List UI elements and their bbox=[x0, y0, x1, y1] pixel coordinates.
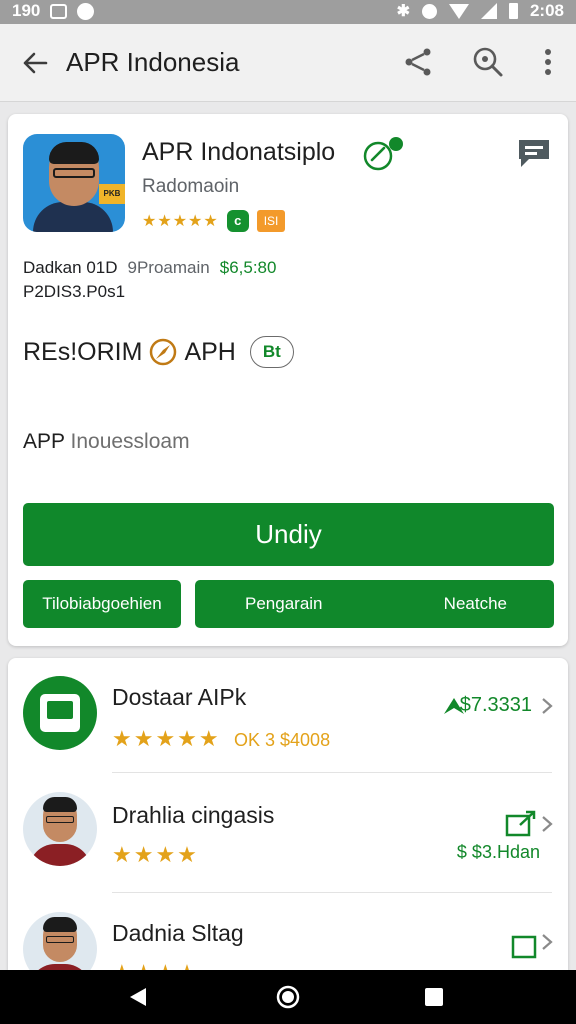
list-item-title: Drahlia cingasis bbox=[112, 802, 275, 828]
list-item[interactable]: Dadnia Sltag ★★★★ bbox=[8, 894, 568, 978]
verified-icon bbox=[363, 137, 403, 171]
search-icon[interactable] bbox=[470, 44, 506, 80]
nav-back-icon[interactable] bbox=[126, 985, 150, 1009]
list-item-price: $ $3.Hdan bbox=[456, 842, 540, 862]
list-item[interactable]: Dostaar AIPk ★★★★★ OK 3 $4008 $7.3331 bbox=[8, 658, 568, 774]
category-text-2: APH bbox=[184, 337, 236, 366]
nav-recents-icon[interactable] bbox=[422, 985, 446, 1009]
developer-name[interactable]: Radomaoin bbox=[142, 176, 239, 198]
navigation-bar bbox=[0, 970, 576, 1024]
rating-stars: ★★★★★ bbox=[142, 213, 219, 230]
app-icon-tag: PKB bbox=[99, 184, 125, 204]
secondary-button-group[interactable]: Pengarain Neatche bbox=[195, 580, 554, 628]
square-icon bbox=[511, 935, 537, 959]
downloads-text: Dadkan 01D bbox=[23, 258, 118, 277]
share-icon[interactable] bbox=[400, 44, 436, 80]
description-bold: APP bbox=[23, 430, 65, 453]
green-badge: c bbox=[226, 210, 249, 232]
list-item-stars: ★★★★ bbox=[112, 842, 199, 867]
divider bbox=[112, 892, 552, 893]
page-title: APR Indonesia bbox=[66, 47, 240, 77]
list-item-price: $7.3331 bbox=[459, 694, 532, 716]
orange-badge: ISI bbox=[256, 210, 286, 232]
app-detail-card: PKB APR Indonatsiplo Radomaoin ★★★★★ c I… bbox=[8, 114, 568, 646]
category-text: REs!ORIM bbox=[23, 337, 143, 366]
category-chip[interactable]: Bt bbox=[249, 336, 294, 368]
chevron-right-icon bbox=[542, 934, 553, 950]
person-avatar bbox=[23, 912, 97, 978]
bluetooth-icon: ✱ bbox=[396, 3, 410, 20]
status-bar: 190 ✱ 2:08 bbox=[0, 0, 576, 24]
app-bar: APR Indonesia bbox=[0, 24, 576, 102]
related-apps-card: Dostaar AIPk ★★★★★ OK 3 $4008 $7.3331 Dr… bbox=[8, 658, 568, 978]
arrow-back-icon[interactable] bbox=[18, 46, 52, 80]
app-description: APP Inouessloam bbox=[23, 430, 190, 454]
list-item[interactable]: Drahlia cingasis ★★★★ $ $3.Hdan bbox=[8, 774, 568, 890]
message-icon[interactable] bbox=[516, 136, 552, 170]
status-time-left: 190 bbox=[12, 1, 41, 20]
secondary-button-right[interactable]: Neatche bbox=[444, 580, 507, 628]
app-icon: PKB bbox=[23, 134, 125, 232]
list-item-title: Dostaar AIPk bbox=[112, 684, 247, 710]
person-avatar bbox=[23, 792, 97, 866]
secondary-button-left[interactable]: Tilobiabgoehien bbox=[23, 580, 181, 628]
battery-icon bbox=[508, 3, 518, 19]
chevron-right-icon bbox=[542, 698, 553, 714]
rating-row: ★★★★★ c ISI bbox=[142, 210, 286, 232]
chevron-right-icon bbox=[542, 816, 553, 832]
notification-icon bbox=[50, 3, 68, 19]
status-time-right: 2:08 bbox=[529, 1, 564, 20]
description-light: Inouessloam bbox=[70, 430, 190, 453]
meta-line-2: P2DIS3.P0s1 bbox=[23, 282, 126, 301]
compass-icon bbox=[150, 338, 177, 366]
divider bbox=[112, 772, 552, 773]
meta-line: Dadkan 01D 9Proamain $6,5:80 bbox=[23, 258, 276, 278]
list-item-title: Dadnia Sltag bbox=[112, 920, 244, 946]
app-avatar bbox=[23, 676, 97, 750]
app-name: APR Indonatsiplo bbox=[142, 138, 336, 166]
category-row: REs!ORIM APH Bt bbox=[23, 336, 294, 368]
list-item-subtitle: OK 3 $4008 bbox=[234, 730, 331, 750]
more-vert-icon[interactable] bbox=[530, 44, 566, 80]
install-button[interactable]: Undiy bbox=[23, 503, 554, 566]
secondary-button-mid[interactable]: Pengarain bbox=[245, 580, 323, 628]
sync-icon bbox=[421, 3, 437, 19]
wifi-icon bbox=[448, 3, 469, 19]
meta-price: $6,5:80 bbox=[219, 258, 277, 277]
signal-icon bbox=[480, 3, 497, 19]
open-icon bbox=[505, 810, 536, 837]
meta-text: 9Proamain bbox=[127, 258, 210, 277]
notification-icon-2 bbox=[77, 2, 95, 20]
list-item-stars: ★★★★★ bbox=[112, 726, 221, 751]
nav-home-icon[interactable] bbox=[276, 985, 300, 1009]
